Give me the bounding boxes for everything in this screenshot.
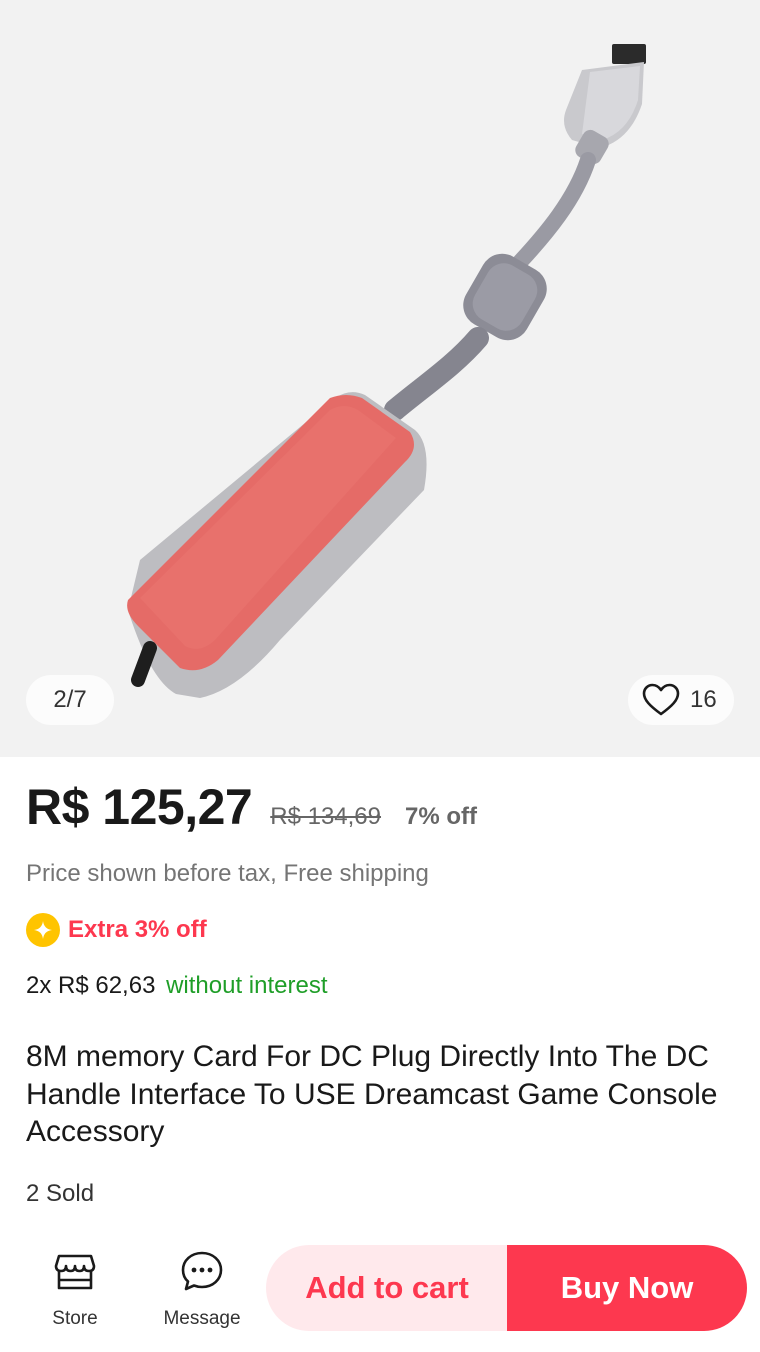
heart-icon <box>642 683 680 716</box>
message-label: Message <box>163 1308 241 1329</box>
store-label: Store <box>52 1308 98 1329</box>
tax-shipping-note: Price shown before tax, Free shipping <box>26 860 429 887</box>
discount-label: 7% off <box>405 803 478 830</box>
installment-info: 2x R$ 62,63 without interest <box>26 972 328 1000</box>
product-image-gallery[interactable]: 2/7 16 <box>0 0 760 757</box>
message-button[interactable]: Message <box>147 1248 257 1330</box>
sparkle-icon <box>34 921 52 939</box>
bottom-action-bar: Store Message Add to cart Buy Now <box>0 1232 760 1352</box>
store-button[interactable]: Store <box>20 1248 130 1330</box>
image-counter: 2/7 <box>26 675 114 725</box>
product-title: 8M memory Card For DC Plug Directly Into… <box>26 1040 718 1148</box>
buy-now-button[interactable]: Buy Now <box>507 1245 747 1331</box>
extra-discount-badge[interactable]: Extra 3% off <box>26 913 207 947</box>
add-to-cart-button[interactable]: Add to cart <box>266 1245 508 1331</box>
installment-interest: without interest <box>166 972 328 999</box>
original-price: R$ 134,69 <box>270 803 382 830</box>
price-row: R$ 125,27 R$ 134,69 7% off <box>26 778 477 836</box>
coin-icon <box>26 913 60 947</box>
extra-discount-label: Extra 3% off <box>68 916 207 943</box>
favorites-count: 16 <box>690 686 717 713</box>
connector-plug <box>564 44 646 165</box>
chat-bubble-icon <box>181 1251 223 1291</box>
memory-card <box>127 392 427 698</box>
favorite-button[interactable]: 16 <box>628 675 734 725</box>
current-price: R$ 125,27 <box>26 779 253 835</box>
product-image <box>127 44 646 698</box>
store-icon <box>54 1254 96 1290</box>
sold-count: 2 Sold <box>26 1180 95 1207</box>
installment-amount: 2x R$ 62,63 <box>26 972 156 999</box>
